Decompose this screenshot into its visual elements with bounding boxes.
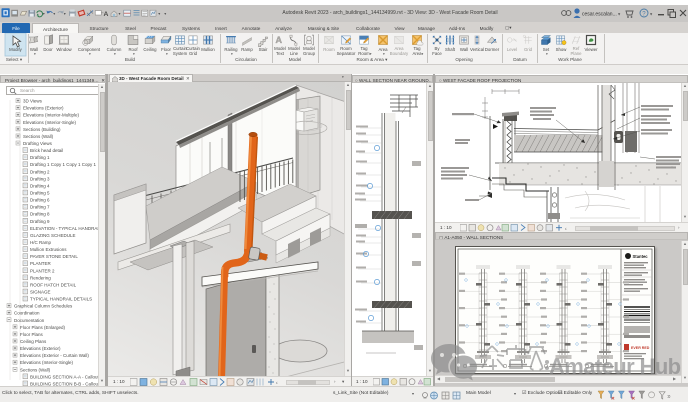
svg-text:Drafting 3: Drafting 3 xyxy=(30,176,50,181)
svg-text:Amateur Hub: Amateur Hub xyxy=(549,354,681,379)
svg-text:Floor Plans (Enlarged): Floor Plans (Enlarged) xyxy=(20,325,66,330)
svg-text:Drafting 5: Drafting 5 xyxy=(30,191,50,196)
svg-text:Ceiling Plans: Ceiling Plans xyxy=(20,339,47,344)
svg-text:Brick head detail: Brick head detail xyxy=(30,148,63,153)
svg-text:TYPICAL HANDRAIL DETAILS: TYPICAL HANDRAIL DETAILS xyxy=(30,297,92,302)
svg-text:Documentation: Documentation xyxy=(14,318,45,323)
svg-text:Mullion Extrusions: Mullion Extrusions xyxy=(30,247,67,252)
svg-text:Sections (Wall): Sections (Wall) xyxy=(20,367,51,372)
svg-text:▾: ▾ xyxy=(158,12,160,16)
svg-text:▾: ▾ xyxy=(43,12,45,16)
svg-text:▾: ▾ xyxy=(650,12,653,17)
svg-text:Sections (Wall): Sections (Wall) xyxy=(23,134,54,139)
svg-text:Stantec: Stantec xyxy=(633,254,649,259)
svg-text:▾: ▾ xyxy=(64,12,66,16)
svg-text:Graphical Column Schedules: Graphical Column Schedules xyxy=(14,304,73,309)
svg-text:GLAZING SCHEDULE: GLAZING SCHEDULE xyxy=(30,233,76,238)
svg-text:Drafting 8: Drafting 8 xyxy=(30,212,50,217)
svg-text:Elevations (Exterior - Curtain: Elevations (Exterior - Curtain Wall) xyxy=(20,353,89,358)
svg-text:▾: ▾ xyxy=(618,12,621,17)
svg-text:H/C Ramp: H/C Ramp xyxy=(30,240,52,245)
svg-text:ELEVATION - TYPICAL HANDRAIL: ELEVATION - TYPICAL HANDRAIL xyxy=(30,226,98,231)
svg-text:Drafting 2: Drafting 2 xyxy=(30,169,50,174)
svg-text:Drafting 9: Drafting 9 xyxy=(30,219,50,224)
svg-text:Drafting 6: Drafting 6 xyxy=(30,198,50,203)
svg-text:Drafting 1 Copy 1 Copy 1 Copy: Drafting 1 Copy 1 Copy 1 Copy 1 xyxy=(30,162,97,167)
svg-text:Drafting 4: Drafting 4 xyxy=(30,183,50,188)
svg-text:Elevations (Interior-Single): Elevations (Interior-Single) xyxy=(23,120,77,125)
svg-text:Sections (Building): Sections (Building) xyxy=(23,127,61,132)
svg-text:Elevations (Interior-Multiple): Elevations (Interior-Multiple) xyxy=(23,113,80,118)
svg-text:BUILDING SECTION A-A - Callout: BUILDING SECTION A-A - Callout xyxy=(30,374,98,379)
svg-text:A: A xyxy=(276,35,283,45)
svg-text:▾: ▾ xyxy=(119,12,121,16)
svg-text:Elevations (Exterior): Elevations (Exterior) xyxy=(20,346,61,351)
svg-text:Drafting 7: Drafting 7 xyxy=(30,205,50,210)
svg-text:▾: ▾ xyxy=(164,12,166,16)
svg-text:3D Views: 3D Views xyxy=(23,99,43,104)
svg-text:Elevations (Interior-Single): Elevations (Interior-Single) xyxy=(20,360,74,365)
svg-text:A: A xyxy=(104,11,109,18)
svg-text:PLANTER 2: PLANTER 2 xyxy=(30,268,55,273)
svg-text::0: :0 xyxy=(667,394,671,399)
svg-text:Coordination: Coordination xyxy=(14,311,40,316)
svg-text:cesar.escalan...: cesar.escalan... xyxy=(582,12,617,18)
svg-text:PLANTER: PLANTER xyxy=(30,261,52,266)
svg-text:Rendering: Rendering xyxy=(30,275,51,280)
svg-text:Elevations (Exterior): Elevations (Exterior) xyxy=(23,106,64,111)
svg-text:SIGNAGE: SIGNAGE xyxy=(30,289,51,294)
svg-text:PAVER STONE DETAIL: PAVER STONE DETAIL xyxy=(30,254,78,259)
svg-text:Drafting Views: Drafting Views xyxy=(23,141,53,146)
svg-text:Drafting 1: Drafting 1 xyxy=(30,155,50,160)
svg-text:Floor Plans: Floor Plans xyxy=(20,332,44,337)
svg-text:ROOF HATCH DETAIL: ROOF HATCH DETAIL xyxy=(30,282,77,287)
svg-text:▾: ▾ xyxy=(53,12,55,16)
